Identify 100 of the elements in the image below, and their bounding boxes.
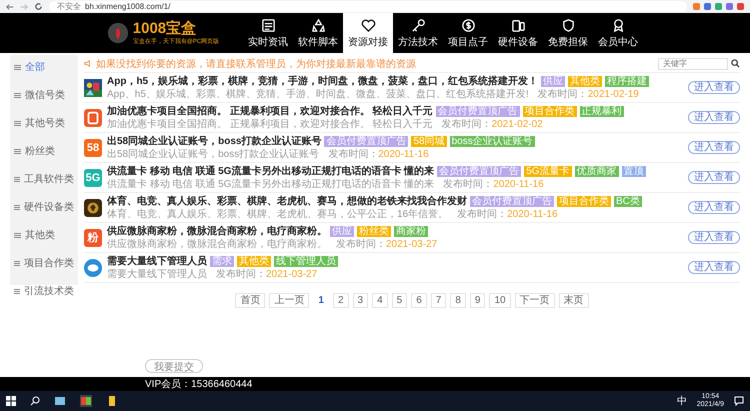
page-link[interactable]: 4: [372, 293, 388, 308]
app-icon: [84, 198, 102, 216]
notification-icon[interactable]: [734, 396, 744, 406]
publish-date: 2021-02-02: [492, 118, 543, 130]
date-label: 发布时间：: [457, 208, 508, 220]
nav-tab[interactable]: 会员中心: [593, 13, 644, 53]
nav-tab[interactable]: 项目点子: [443, 13, 494, 53]
page-link[interactable]: 上一页: [269, 293, 310, 308]
listing-title[interactable]: 需要大量线下管理人员: [107, 256, 207, 268]
app-icon: 粉: [84, 228, 102, 246]
page-link[interactable]: 下一页: [514, 293, 555, 308]
search-icon[interactable]: [30, 396, 40, 406]
listing-title[interactable]: App，h5，娱乐城，彩票，棋牌，竞猜，手游，时间盘，微盘，菠菜，盘口，红包系统搭建开发！: [107, 76, 538, 88]
category-link[interactable]: 项目合作类: [10, 253, 78, 273]
app-icon: 58: [84, 138, 102, 156]
publish-date: 2020-11-16: [507, 208, 558, 220]
category-link[interactable]: 其他号类: [10, 113, 78, 133]
nav-tab[interactable]: 实时资讯: [243, 13, 294, 53]
page-link[interactable]: 6: [411, 293, 427, 308]
page-link[interactable]: 8: [450, 293, 466, 308]
category-tag: 会员付费置顶广告: [437, 166, 522, 177]
date-label: 发布时间：: [538, 88, 588, 100]
devices-icon: [510, 18, 526, 32]
category-tag: 会员付费置顶广告: [436, 106, 520, 117]
category-tag: 5G流量卡: [524, 166, 572, 177]
publish-date: 2020-11-16: [493, 178, 544, 190]
nav-tab[interactable]: 软件脚本: [293, 13, 344, 53]
notice-text: 如果没找到你要的资源，请直接联系管理员，为你对接最新最靠谱的资源: [96, 58, 416, 70]
view-button[interactable]: 进入查看: [688, 261, 740, 274]
category-link[interactable]: 粉丝类: [10, 141, 78, 161]
windows-icon[interactable]: [6, 396, 16, 406]
page-link[interactable]: 9: [470, 293, 486, 308]
page-link[interactable]: 末页: [558, 293, 589, 308]
listing-title[interactable]: 出58同城企业认证账号，boss打款企业认证账号: [107, 136, 322, 148]
view-button[interactable]: 进入查看: [688, 111, 740, 124]
page-link[interactable]: 7: [430, 293, 446, 308]
publish-date: 2020-11-16: [378, 148, 429, 160]
address-field[interactable]: 不安全 bh.xinmeng1008.com/1/: [49, 1, 687, 12]
category-tag: 线下管理人员: [274, 256, 338, 267]
category-tag: BC类: [614, 196, 642, 207]
listing-summary: App、h5、娱乐城、彩票、棋牌、竞猜、手游、时间盘、微盘、菠菜、盘口、红包系统搭建开发!: [107, 88, 529, 100]
category-tag: 商家粉: [394, 226, 428, 237]
category-tag: boss企业认证账号: [450, 136, 535, 147]
category-link[interactable]: 其他类: [10, 225, 78, 245]
nav-tab[interactable]: 硬件设备: [493, 13, 544, 53]
category-link[interactable]: 硬件设备类: [10, 197, 78, 217]
dollar-icon: [460, 18, 476, 32]
listing-title[interactable]: 供应微脉商家粉，微脉混合商家粉，电疗商家粉。: [107, 226, 327, 238]
category-tag: 其他类: [237, 256, 271, 267]
view-button[interactable]: 进入查看: [688, 201, 740, 214]
category-tag: 置顶: [622, 166, 646, 177]
listing-title[interactable]: 供流量卡 移动 电信 联通 5G流量卡另外出移动正规打电话的语音卡 懂的来: [107, 166, 434, 178]
listing-title[interactable]: 加油优惠卡项目全国招商。 正规暴利项目，欢迎对接合作。 轻松日入千元: [107, 106, 433, 118]
view-button[interactable]: 进入查看: [688, 141, 740, 154]
back-icon[interactable]: [6, 2, 14, 10]
app-icon[interactable]: [80, 395, 92, 407]
listing-summary: 供应微脉商家粉，微脉混合商家粉，电疗商家粉。: [107, 238, 327, 250]
input-method-indicator[interactable]: 中: [676, 394, 687, 408]
news-icon: [260, 18, 276, 32]
view-button[interactable]: 进入查看: [688, 171, 740, 184]
page-link[interactable]: 5: [392, 293, 408, 308]
category-tag: 正规暴利: [580, 106, 624, 117]
submit-button[interactable]: 我要提交: [145, 359, 203, 373]
view-button[interactable]: 进入查看: [688, 231, 740, 244]
speaker-icon: [84, 59, 93, 68]
nav-tab[interactable]: 资源对接: [343, 13, 394, 53]
page-link[interactable]: 1: [313, 293, 329, 308]
date-label: 发布时间：: [216, 268, 266, 280]
reload-icon[interactable]: [34, 2, 43, 11]
category-tag: 会员付费置顶广告: [324, 136, 408, 147]
nav-tab[interactable]: 免费担保: [543, 13, 594, 53]
logo-icon: [106, 22, 129, 44]
nav-tab[interactable]: 方法技术: [393, 13, 444, 53]
vip-contact: VIP会员：15366460444: [145, 378, 252, 391]
app-icon: [84, 108, 102, 126]
search-field[interactable]: 关键字: [658, 58, 728, 70]
search-icon[interactable]: [731, 59, 740, 68]
page-link[interactable]: 2: [332, 293, 349, 308]
category-tag: 供应: [330, 226, 354, 237]
page-link[interactable]: 10: [489, 293, 511, 308]
app-icon[interactable]: [54, 395, 66, 407]
category-link[interactable]: 引流技术类: [10, 281, 78, 301]
publish-date: 2021-03-27: [386, 238, 438, 250]
listing-title[interactable]: 体育、电竞、真人娱乐、彩票、棋牌、老虎机、赛马，想做的老铁来找我合作发财: [107, 196, 467, 208]
category-link[interactable]: 微信号类: [10, 85, 78, 105]
category-link[interactable]: 工具软件类: [10, 169, 78, 189]
page-link[interactable]: 3: [352, 293, 368, 308]
category-link[interactable]: 全部: [10, 57, 78, 77]
category-tag: 其他类: [568, 76, 602, 87]
page-link[interactable]: 首页: [235, 293, 266, 308]
category-tag: 项目合作类: [557, 196, 611, 207]
date-label: 发布时间：: [442, 118, 492, 130]
listing-summary: 供流量卡 移动 电信 联通 5G流量卡另外出移动正规打电话的语音卡 懂的来: [107, 178, 434, 190]
category-tag: 会员付费置顶广告: [470, 196, 554, 207]
category-tag: 需求: [210, 256, 234, 267]
listing-summary: 体育、电竞、真人娱乐、彩票、棋牌、老虎机、赛马，公平公正，16年信誉。: [107, 208, 448, 220]
category-tag: 项目合作类: [522, 106, 577, 117]
folder-icon[interactable]: [106, 395, 118, 407]
publish-date: 2021-02-19: [588, 88, 639, 100]
view-button[interactable]: 进入查看: [688, 81, 740, 94]
